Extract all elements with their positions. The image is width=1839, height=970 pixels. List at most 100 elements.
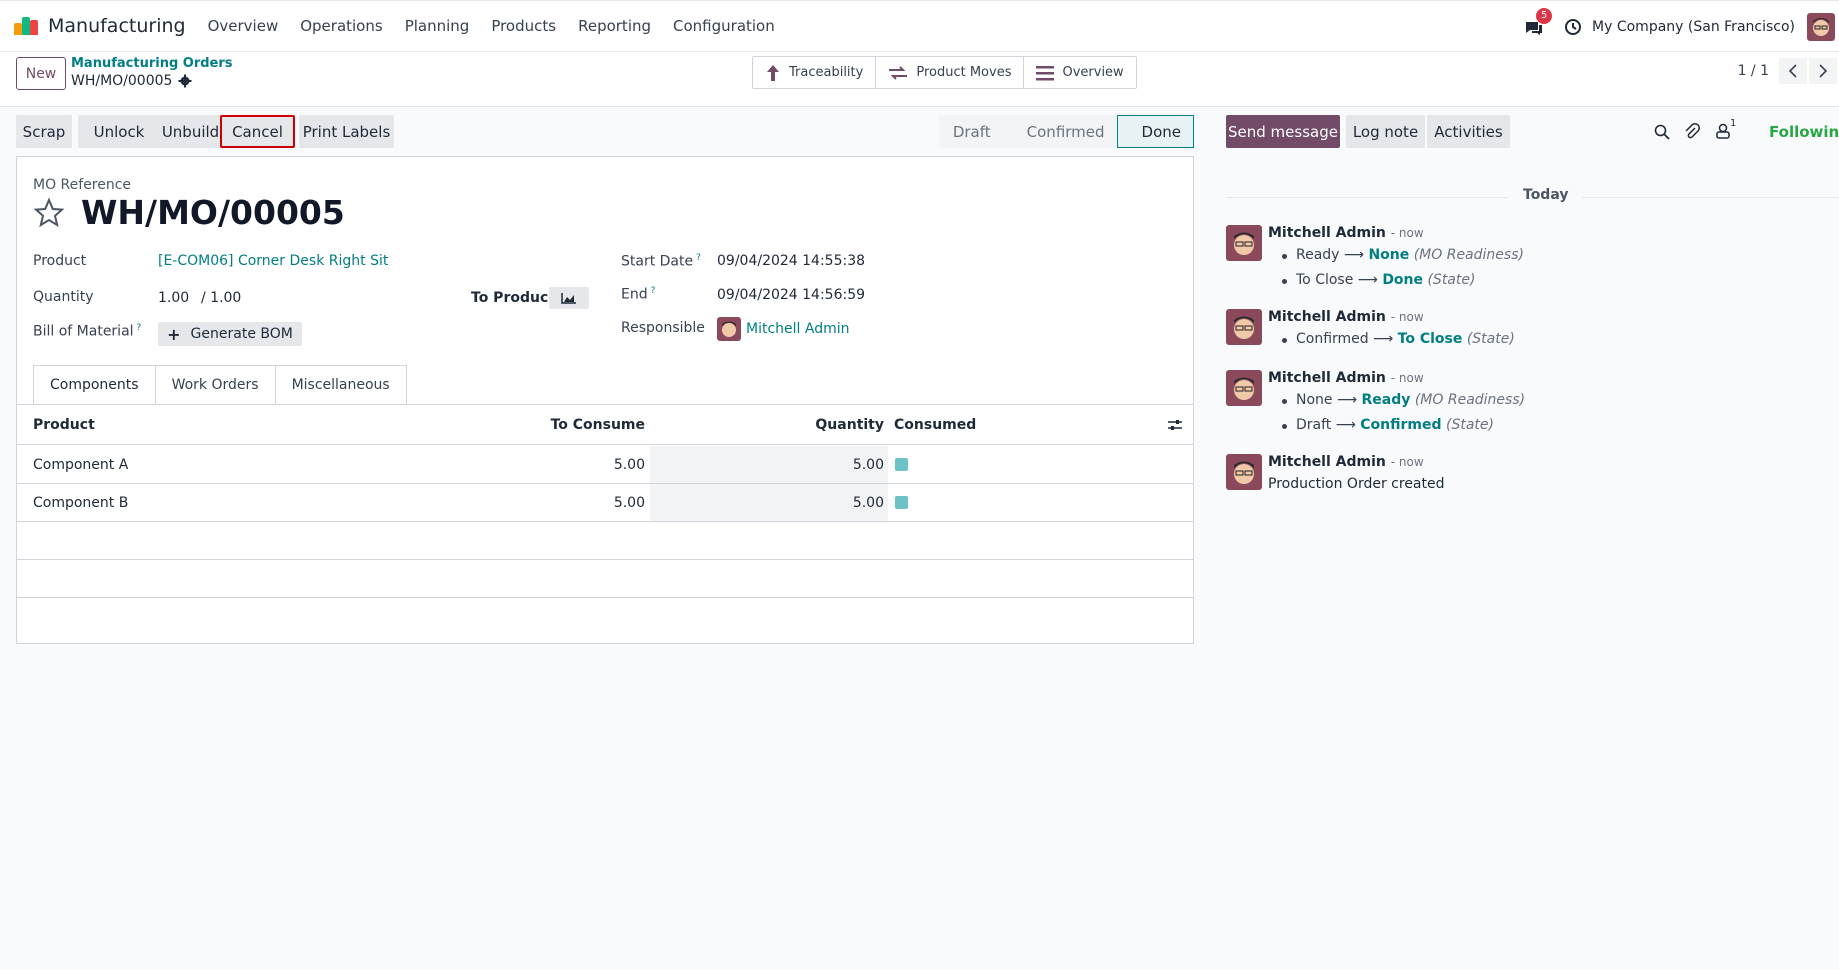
tab-work-orders[interactable]: Work Orders xyxy=(155,365,276,405)
pager-previous[interactable] xyxy=(1779,58,1807,84)
row-to-consume: 5.00 xyxy=(613,495,645,511)
author-avatar[interactable] xyxy=(1226,454,1262,490)
clock-icon[interactable] xyxy=(1564,18,1582,36)
author-avatar[interactable] xyxy=(1226,309,1262,345)
menu-products[interactable]: Products xyxy=(491,17,556,35)
scrap-button[interactable]: Scrap xyxy=(16,115,72,148)
menu-operations[interactable]: Operations xyxy=(300,17,382,35)
new-button[interactable]: New xyxy=(16,57,66,90)
send-message-button[interactable]: Send message xyxy=(1226,115,1340,148)
author-avatar[interactable] xyxy=(1226,370,1262,406)
table-row[interactable]: Component A 5.00 5.00 xyxy=(17,446,1193,484)
message-author[interactable]: Mitchell Admin - now xyxy=(1268,454,1424,470)
message-author[interactable]: Mitchell Admin - now xyxy=(1268,309,1424,325)
exchange-icon xyxy=(889,65,908,80)
field-name: (State) xyxy=(1445,417,1494,433)
tracking-change: None ⟶ Ready (MO Readiness) xyxy=(1282,392,1526,408)
row-product: Component B xyxy=(33,495,129,511)
header-product[interactable]: Product xyxy=(33,417,95,433)
new-value: To Close xyxy=(1397,331,1463,347)
messages-button[interactable]: 5 xyxy=(1524,8,1553,38)
manufacturing-logo-icon xyxy=(14,17,38,35)
message-author[interactable]: Mitchell Admin - now xyxy=(1268,225,1424,241)
empty-row xyxy=(17,560,1193,598)
consumed-checkbox[interactable] xyxy=(895,458,908,471)
menu-overview[interactable]: Overview xyxy=(208,17,279,35)
table-row[interactable]: Component B 5.00 5.00 xyxy=(17,484,1193,522)
smart-buttons: Traceability Product Moves Overview xyxy=(752,56,1137,89)
state-stages: Draft Confirmed Done xyxy=(938,115,1194,148)
activities-button[interactable]: Activities xyxy=(1427,115,1510,148)
end-help-icon[interactable]: ? xyxy=(651,286,656,296)
product-label: Product xyxy=(33,253,87,269)
field-name: (State) xyxy=(1466,331,1515,347)
company-switcher[interactable]: My Company (San Francisco) xyxy=(1592,19,1795,35)
tab-miscellaneous[interactable]: Miscellaneous xyxy=(275,365,407,405)
start-date-help-icon[interactable]: ? xyxy=(696,253,701,263)
app-brand[interactable]: Manufacturing xyxy=(14,15,186,37)
quantity-field[interactable]: 1.00 xyxy=(158,290,189,306)
message-author[interactable]: Mitchell Admin - now xyxy=(1268,370,1424,386)
bom-label: Bill of Material xyxy=(33,323,134,340)
followers-icon[interactable] xyxy=(1716,123,1730,139)
new-value: None xyxy=(1368,247,1410,263)
author-avatar[interactable] xyxy=(1226,225,1262,261)
stage-draft[interactable]: Draft xyxy=(938,115,1003,148)
header-quantity[interactable]: Quantity xyxy=(815,417,884,433)
search-icon[interactable] xyxy=(1654,124,1670,140)
breadcrumb-parent[interactable]: Manufacturing Orders xyxy=(71,56,233,71)
new-value: Ready xyxy=(1361,392,1411,408)
unlock-button[interactable]: Unlock xyxy=(78,115,160,148)
chevron-right-icon xyxy=(1819,64,1828,78)
field-name: (MO Readiness) xyxy=(1414,392,1526,408)
menu-configuration[interactable]: Configuration xyxy=(673,17,775,35)
end-date-field[interactable]: 09/04/2024 14:56:59 xyxy=(717,287,865,303)
generate-bom-label: Generate BOM xyxy=(190,326,293,342)
end-label: End xyxy=(621,286,648,303)
message-time: - now xyxy=(1390,310,1424,324)
responsible-field[interactable]: Mitchell Admin xyxy=(746,321,850,337)
form-sheet: MO Reference WH/MO/00005 Product [E-COM0… xyxy=(16,156,1194,644)
stage-confirmed[interactable]: Confirmed xyxy=(1002,115,1117,148)
forecast-graph-button[interactable] xyxy=(549,287,589,309)
control-panel: New Manufacturing Orders WH/MO/00005 Tra… xyxy=(0,53,1839,107)
log-note-button[interactable]: Log note xyxy=(1346,115,1425,148)
paperclip-icon[interactable] xyxy=(1684,123,1700,141)
tab-components[interactable]: Components xyxy=(33,365,156,405)
menu-reporting[interactable]: Reporting xyxy=(578,17,651,35)
generate-bom-button[interactable]: + Generate BOM xyxy=(158,322,302,346)
start-date-field[interactable]: 09/04/2024 14:55:38 xyxy=(717,253,865,269)
gear-icon[interactable] xyxy=(178,74,192,88)
quantity-label: Quantity xyxy=(33,289,94,305)
star-icon[interactable] xyxy=(33,197,65,229)
new-value: Confirmed xyxy=(1360,417,1442,433)
traceability-label: Traceability xyxy=(789,65,864,80)
product-moves-button[interactable]: Product Moves xyxy=(876,57,1025,88)
user-avatar[interactable] xyxy=(1807,13,1835,41)
to-produce-label: To Produce xyxy=(471,290,558,306)
row-quantity[interactable]: 5.00 xyxy=(853,457,884,473)
author-name: Mitchell Admin xyxy=(1268,454,1386,470)
traceability-button[interactable]: Traceability xyxy=(753,57,877,88)
bom-help-icon[interactable]: ? xyxy=(137,323,142,333)
header-consumed[interactable]: Consumed xyxy=(894,417,976,433)
pager-value[interactable]: 1 / 1 xyxy=(1738,63,1769,79)
overview-button[interactable]: Overview xyxy=(1024,57,1135,88)
cancel-button[interactable]: Cancel xyxy=(220,115,295,148)
responsible-label: Responsible xyxy=(621,320,705,336)
menu-planning[interactable]: Planning xyxy=(405,17,470,35)
following-button[interactable]: Following xyxy=(1769,123,1839,141)
messages-badge: 5 xyxy=(1536,8,1553,24)
main-menu: Overview Operations Planning Products Re… xyxy=(208,17,797,35)
print-labels-button[interactable]: Print Labels xyxy=(299,115,394,148)
chevron-left-icon xyxy=(1788,64,1797,78)
column-settings-icon[interactable] xyxy=(1167,418,1183,432)
header-to-consume[interactable]: To Consume xyxy=(551,417,645,433)
product-field[interactable]: [E-COM06] Corner Desk Right Sit xyxy=(158,253,388,269)
pager-next[interactable] xyxy=(1809,58,1837,84)
stage-done[interactable]: Done xyxy=(1116,115,1194,148)
consumed-checkbox[interactable] xyxy=(895,496,908,509)
row-quantity[interactable]: 5.00 xyxy=(853,495,884,511)
message-time: - now xyxy=(1390,371,1424,385)
new-value: Done xyxy=(1382,272,1424,288)
